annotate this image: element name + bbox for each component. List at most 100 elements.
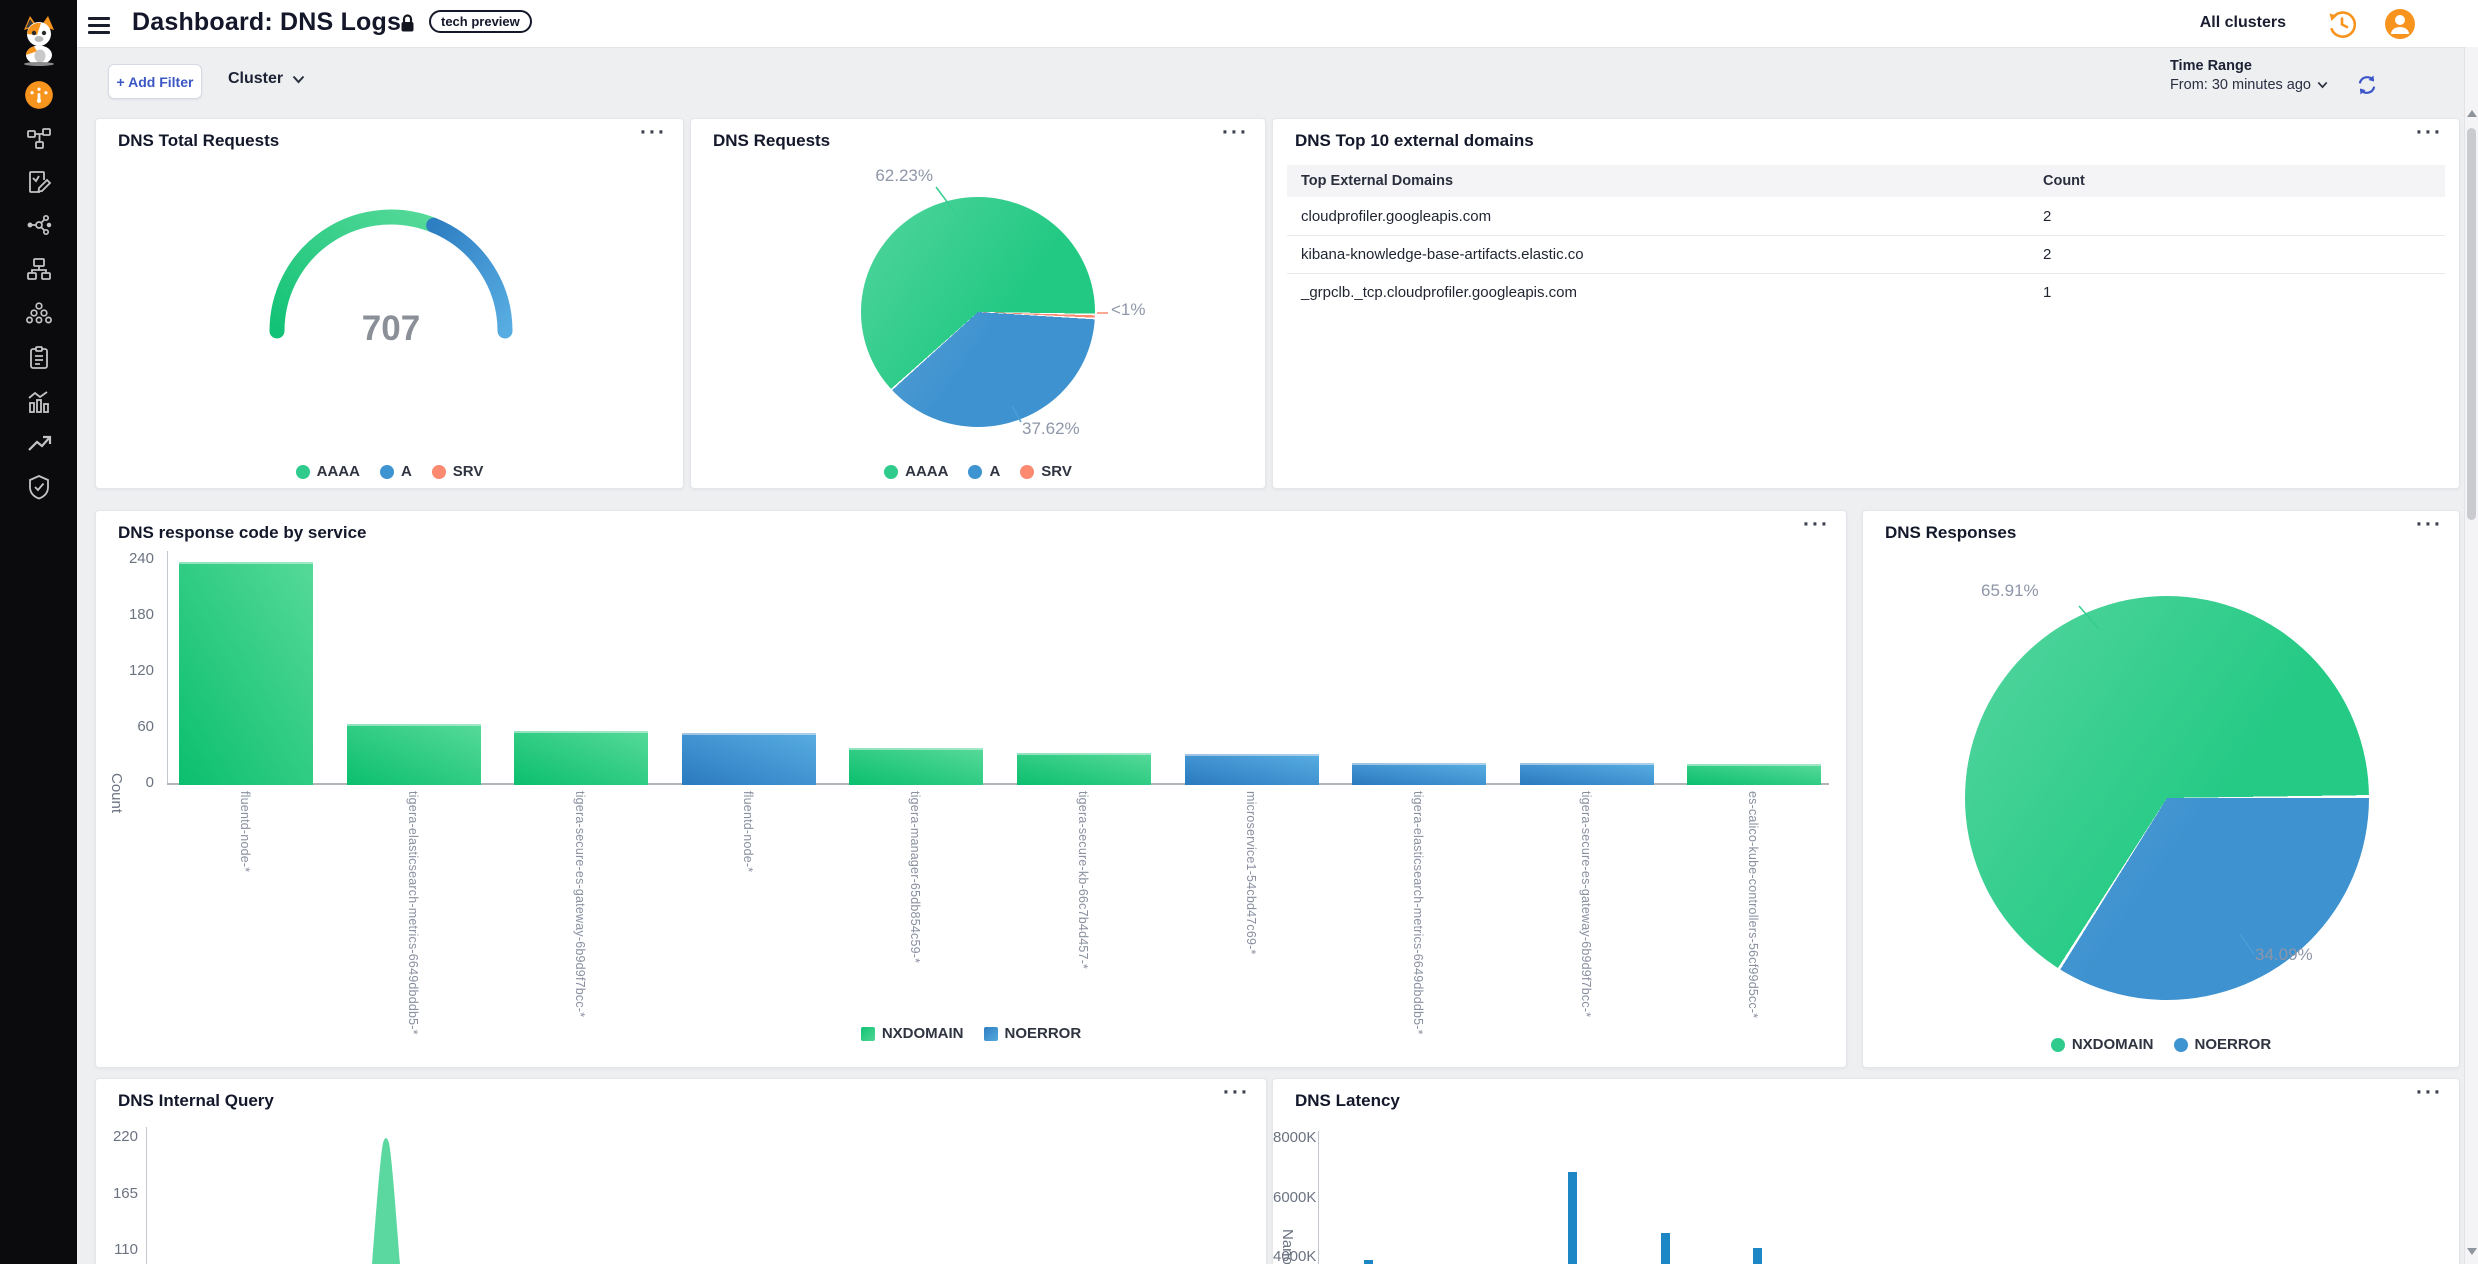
row-separator	[1287, 273, 2445, 274]
slice-label-srv: <1%	[1111, 300, 1146, 320]
sidebar-item-cluster-group[interactable]	[24, 298, 54, 328]
bar-nxdomain[interactable]	[1017, 753, 1151, 785]
bar-noerror[interactable]	[682, 733, 816, 785]
panel-dns-responses: DNS Responses ··· 65.91% 34.09% NXDOMAIN…	[1862, 510, 2460, 1068]
legend-swatch	[984, 1027, 998, 1041]
cluster-scope-label[interactable]: All clusters	[2200, 14, 2286, 32]
refresh-icon[interactable]	[2354, 72, 2380, 98]
sidebar-item-clipboard[interactable]	[24, 343, 54, 373]
y-axis-line	[1318, 1131, 1319, 1264]
pie-chart-dns-requests[interactable]	[861, 197, 1095, 427]
legend-swatch	[2174, 1038, 2188, 1052]
panel-menu-button[interactable]: ···	[2416, 121, 2443, 145]
latency-bar[interactable]	[1753, 1248, 1762, 1264]
top-bar: Dashboard: DNS Logs tech preview All clu…	[77, 0, 2478, 48]
column-header-domains[interactable]: Top External Domains	[1301, 173, 1453, 189]
bar-noerror[interactable]	[1185, 754, 1319, 785]
user-avatar-icon[interactable]	[2384, 8, 2416, 40]
y-tick-label: 120	[104, 662, 154, 679]
latency-bar[interactable]	[1661, 1233, 1670, 1264]
legend: NXDOMAIN NOERROR	[96, 1025, 1846, 1042]
legend-swatch	[861, 1027, 875, 1041]
bar-nxdomain[interactable]	[1687, 764, 1821, 785]
time-range-label: Time Range	[2170, 58, 2328, 74]
y-tick-label: 240	[104, 550, 154, 567]
bar-nxdomain[interactable]	[347, 724, 481, 785]
legend: AAAA A SRV	[691, 463, 1265, 480]
sidebar-item-flow-pipeline[interactable]	[24, 124, 54, 154]
bar-nxdomain[interactable]	[179, 562, 313, 785]
panel-title: DNS Requests	[713, 131, 830, 151]
latency-bar[interactable]	[1364, 1260, 1373, 1264]
sidebar-item-dashboards[interactable]	[24, 80, 54, 110]
table-row[interactable]: _grpclb._tcp.cloudprofiler.googleapis.co…	[1287, 273, 2445, 311]
sidebar-item-shield-check[interactable]	[24, 472, 54, 502]
panel-title: DNS Top 10 external domains	[1295, 131, 1534, 151]
chevron-down-icon	[2317, 81, 2328, 89]
cell-domain: cloudprofiler.googleapis.com	[1301, 208, 1491, 225]
scrollbar-thumb[interactable]	[2467, 128, 2476, 520]
y-tick-label: 180	[104, 606, 154, 623]
cell-domain: kibana-knowledge-base-artifacts.elastic.…	[1301, 246, 1584, 263]
latency-bar[interactable]	[1568, 1172, 1577, 1264]
bar-nxdomain[interactable]	[849, 748, 983, 785]
cell-domain: _grpclb._tcp.cloudprofiler.googleapis.co…	[1301, 284, 1577, 301]
time-range-value[interactable]: From: 30 minutes ago	[2170, 77, 2328, 93]
y-tick-label: 8000K	[1273, 1129, 1311, 1146]
panel-dns-response-code: DNS response code by service ··· 240 180 1…	[95, 510, 1847, 1068]
scroll-up-arrow-icon[interactable]	[2467, 110, 2477, 117]
sidebar-item-trend-arrow[interactable]	[24, 428, 54, 458]
column-header-count[interactable]: Count	[2043, 173, 2085, 189]
page-title: Dashboard: DNS Logs	[132, 8, 401, 37]
sidebar-item-service-graph[interactable]	[24, 210, 54, 240]
cell-count: 2	[2043, 246, 2051, 263]
sidebar-item-chart-stats[interactable]	[24, 387, 54, 417]
panel-title: DNS Responses	[1885, 523, 2016, 543]
calico-cat-logo-icon[interactable]	[14, 14, 64, 66]
panel-dns-requests: DNS Requests ··· 62.23% <1% 37.62% AAAA …	[690, 118, 1266, 489]
bar-noerror[interactable]	[1520, 763, 1654, 785]
panel-title: DNS Latency	[1295, 1091, 1400, 1111]
y-tick-label: 6000K	[1273, 1189, 1311, 1206]
lock-icon	[399, 13, 416, 38]
slice-label-aaaa: 62.23%	[841, 166, 933, 186]
tech-preview-badge: tech preview	[429, 10, 532, 33]
cluster-dropdown[interactable]: Cluster	[228, 70, 305, 88]
x-tick-label: tigera-secure-es-gateway-6b9d9f7bcc-*	[1579, 791, 1593, 1017]
bar-nxdomain[interactable]	[514, 731, 648, 785]
panel-dns-internal-query: DNS Internal Query ··· 220165110	[95, 1078, 1267, 1264]
pie-chart-dns-responses[interactable]	[1965, 596, 2369, 1000]
x-tick-label: tigera-elasticsearch-metrics-6649dbddb5-…	[406, 791, 420, 1035]
table-row[interactable]: kibana-knowledge-base-artifacts.elastic.…	[1287, 235, 2445, 273]
gauge-chart[interactable]	[96, 119, 683, 488]
y-axis-title: Count	[108, 773, 125, 813]
history-icon[interactable]	[2326, 8, 2358, 40]
legend-swatch	[1020, 465, 1034, 479]
x-tick-label: tigera-elasticsearch-metrics-6649dbddb5-…	[1411, 791, 1425, 1035]
y-axis-title: Nanoseconds	[1279, 1229, 1296, 1264]
add-filter-button[interactable]: + Add Filter	[108, 64, 202, 99]
x-tick-label: fluentd-node-*	[741, 791, 755, 872]
panel-title: DNS response code by service	[118, 523, 367, 543]
x-tick-label: fluentd-node-*	[238, 791, 252, 872]
panel-menu-button[interactable]: ···	[1803, 513, 1830, 537]
x-tick-label: es-calico-kube-controllers-56cf99d5cc-*	[1746, 791, 1760, 1018]
panel-menu-button[interactable]: ···	[2416, 513, 2443, 537]
panel-dns-total-requests: DNS Total Requests ··· 707 AAAA A SRV	[95, 118, 684, 489]
panel-menu-button[interactable]: ···	[2416, 1081, 2443, 1105]
panel-menu-button[interactable]: ···	[1222, 121, 1249, 145]
sidebar-item-network-tree[interactable]	[24, 254, 54, 284]
legend-swatch	[380, 465, 394, 479]
hamburger-menu-icon[interactable]	[88, 13, 110, 33]
legend-swatch	[2051, 1038, 2065, 1052]
table-row[interactable]: cloudprofiler.googleapis.com2	[1287, 197, 2445, 235]
area-spike[interactable]	[96, 1079, 1266, 1264]
slice-label-a: 37.62%	[1022, 419, 1080, 439]
scroll-down-arrow-icon[interactable]	[2467, 1248, 2477, 1255]
panel-dns-latency: DNS Latency ··· 8000K6000K4000K Nanoseco…	[1272, 1078, 2460, 1264]
sidebar-item-report-edit[interactable]	[24, 167, 54, 197]
cluster-dropdown-label: Cluster	[228, 70, 283, 88]
chevron-down-icon	[292, 75, 305, 84]
legend: NXDOMAIN NOERROR	[1863, 1036, 2459, 1053]
bar-noerror[interactable]	[1352, 763, 1486, 785]
